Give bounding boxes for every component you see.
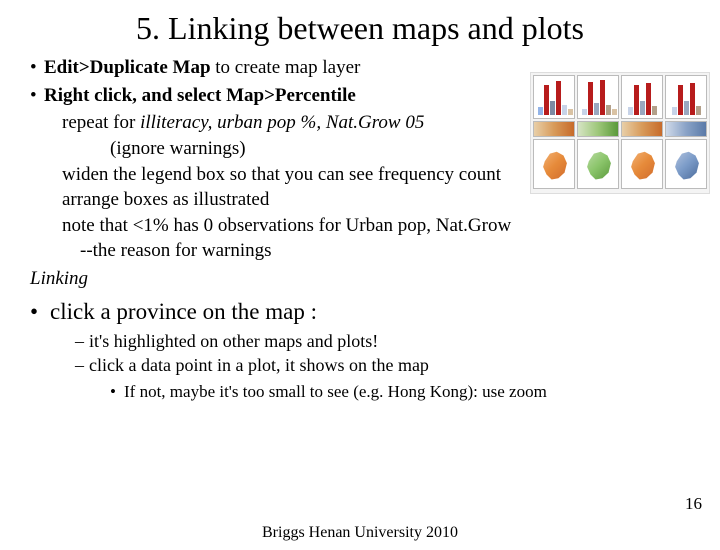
thumb-chart-2 bbox=[577, 75, 619, 119]
thumb-map-4 bbox=[665, 139, 707, 189]
text-variables: illiteracy, urban pop %, Nat.Grow 05 bbox=[140, 112, 424, 133]
sub-reason-warnings: --the reason for warnings bbox=[80, 238, 700, 264]
slide-title: 5. Linking between maps and plots bbox=[0, 10, 720, 47]
thumb-legend-4 bbox=[665, 121, 707, 137]
thumb-chart-4 bbox=[665, 75, 707, 119]
thumbnail-arrangement bbox=[530, 72, 710, 194]
bullet-zoom-note: If not, maybe it's too small to see (e.g… bbox=[110, 381, 700, 404]
text-repeat-for: repeat for bbox=[62, 112, 140, 133]
thumb-legend-2 bbox=[577, 121, 619, 137]
sub-note-observations: note that <1% has 0 observations for Urb… bbox=[62, 213, 700, 239]
thumb-chart-1 bbox=[533, 75, 575, 119]
dash-data-point: click a data point in a plot, it shows o… bbox=[75, 353, 700, 377]
footer: Briggs Henan University 2010 bbox=[0, 524, 720, 542]
footer-text: Briggs Henan University 2010 bbox=[0, 524, 720, 542]
bold-edit-duplicate: Edit>Duplicate Map bbox=[44, 57, 211, 78]
thumb-map-1 bbox=[533, 139, 575, 189]
dash-highlighted: it's highlighted on other maps and plots… bbox=[75, 329, 700, 353]
thumb-legend-3 bbox=[621, 121, 663, 137]
thumb-legend-1 bbox=[533, 121, 575, 137]
page-number: 16 bbox=[685, 494, 702, 514]
thumb-map-3 bbox=[621, 139, 663, 189]
text-create-layer: to create map layer bbox=[211, 57, 361, 78]
heading-linking: Linking bbox=[30, 266, 700, 292]
thumb-chart-3 bbox=[621, 75, 663, 119]
thumb-map-2 bbox=[577, 139, 619, 189]
bullet-click-province: click a province on the map : bbox=[30, 296, 700, 327]
bold-map-percentile: Right click, and select Map>Percentile bbox=[44, 85, 356, 106]
